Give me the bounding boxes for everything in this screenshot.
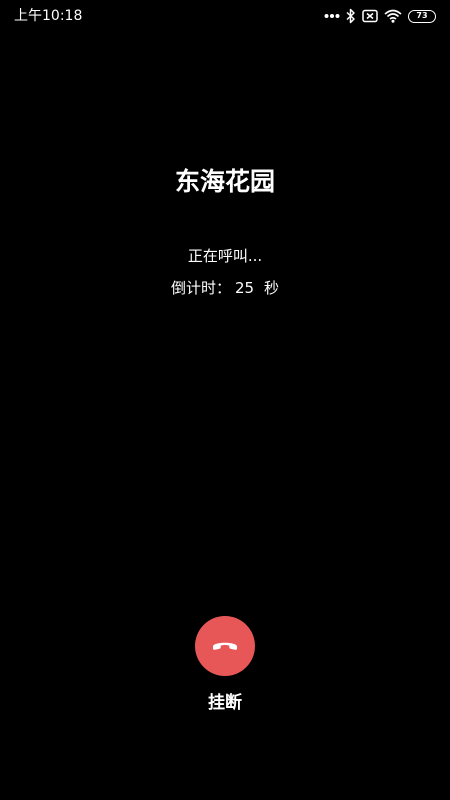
contact-name: 东海花园 xyxy=(174,167,275,196)
more-dots-icon xyxy=(324,13,340,19)
countdown-label: 倒计时： xyxy=(170,279,231,297)
status-time: 上午10:18 xyxy=(14,8,83,24)
hangup-label: 挂断 xyxy=(208,693,242,713)
countdown-unit: 秒 xyxy=(264,279,280,297)
hangup-button[interactable] xyxy=(195,616,255,676)
countdown-value: 25 xyxy=(234,279,255,297)
sim-off-icon xyxy=(362,9,378,23)
status-icons: 73 xyxy=(324,6,436,26)
phone-hangup-icon xyxy=(211,637,239,656)
call-status-text: 正在呼叫... xyxy=(187,247,263,265)
status-bar: 上午10:18 73 xyxy=(0,0,450,32)
battery-level: 73 xyxy=(416,11,428,20)
wifi-icon xyxy=(384,9,402,23)
bluetooth-icon xyxy=(346,8,356,24)
battery-icon: 73 xyxy=(408,9,436,23)
countdown: 倒计时： 25 秒 xyxy=(0,277,450,299)
